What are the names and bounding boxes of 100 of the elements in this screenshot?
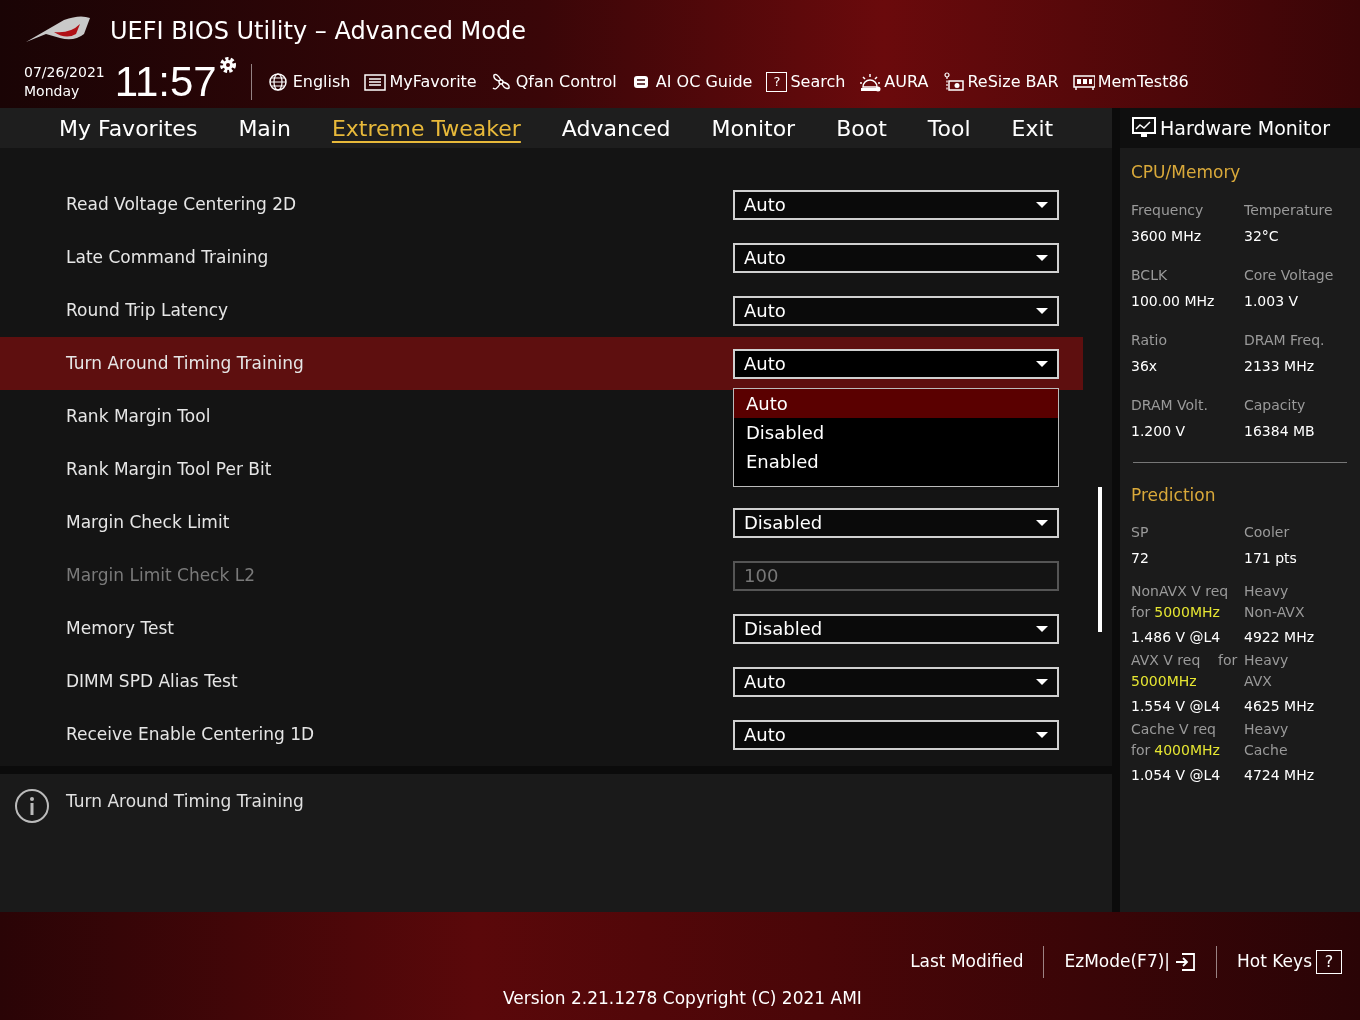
- setting-row[interactable]: Read Voltage Centering 2D Auto: [0, 178, 1083, 231]
- metric-value: 171 pts: [1244, 549, 1298, 568]
- frequency-target: 5000MHz: [1131, 672, 1197, 691]
- section-title: Prediction: [1131, 483, 1217, 507]
- metric-value: 1.200 V: [1131, 421, 1187, 441]
- light-icon: [859, 72, 882, 92]
- caret-icon: [1036, 360, 1048, 367]
- nav-tab[interactable]: Monitor: [711, 111, 796, 145]
- frequency-target: 5000MHz: [1154, 603, 1220, 622]
- setting-label: Margin Limit Check L2: [66, 563, 256, 587]
- nav-tab[interactable]: Main: [238, 111, 291, 145]
- setting-row[interactable]: Turn Around Timing Training Auto: [0, 337, 1083, 390]
- setting-label: Turn Around Timing Training: [66, 351, 305, 375]
- setting-label: Memory Test: [66, 616, 176, 640]
- caret-icon: [1036, 201, 1048, 208]
- setting-row[interactable]: Receive Enable Centering 1D Auto: [0, 708, 1083, 761]
- toolbar-button[interactable]: English: [267, 70, 351, 94]
- metric-value: 16384 MB: [1244, 421, 1316, 441]
- setting-row[interactable]: DIMM SPD Alias Test Auto: [0, 655, 1083, 708]
- dropdown[interactable]: Auto: [733, 719, 1059, 750]
- dropdown[interactable]: Disabled: [733, 507, 1059, 538]
- metric-label: DRAM Volt.: [1131, 395, 1209, 415]
- help-text: Turn Around Timing Training: [66, 790, 304, 813]
- metric-value: 100.00 MHz: [1131, 291, 1216, 311]
- dropdown[interactable]: Auto: [733, 666, 1059, 697]
- window-title: UEFI BIOS Utility – Advanced Mode: [110, 16, 526, 46]
- metric-label: for: [1131, 603, 1151, 622]
- setting-label: Late Command Training: [66, 245, 270, 269]
- metric-value: 4922 MHz: [1244, 628, 1316, 647]
- nav-tab[interactable]: My Favorites: [59, 111, 198, 145]
- metric-value: 1.003 V: [1244, 291, 1300, 311]
- clock-time: 11:57: [114, 62, 217, 102]
- footer-button[interactable]: Last Modified: [910, 949, 1024, 975]
- metric-value: 1.486 V @L4: [1131, 628, 1222, 647]
- caret-icon: [1036, 678, 1048, 685]
- help-icon: ?: [1316, 950, 1342, 974]
- menu-option[interactable]: Enabled: [734, 447, 1058, 476]
- toolbar-button[interactable]: Qfan Control: [490, 70, 617, 94]
- dropdown[interactable]: Auto: [733, 295, 1059, 326]
- list-icon: [364, 72, 387, 92]
- setting-row[interactable]: Late Command Training Auto: [0, 231, 1083, 284]
- setting-label: Round Trip Latency: [66, 298, 230, 322]
- nav-tab[interactable]: Extreme Tweaker: [331, 111, 521, 145]
- exit-icon: [1174, 951, 1197, 973]
- toolbar-button[interactable]: AURA: [859, 70, 929, 94]
- setting-row[interactable]: Rank Margin Tool: [0, 390, 720, 443]
- metric-label: Temperature: [1244, 200, 1334, 220]
- dropdown[interactable]: Disabled: [733, 613, 1059, 644]
- panel-title: Hardware Monitor: [1160, 115, 1330, 141]
- date-text: 07/26/2021: [24, 63, 105, 82]
- dropdown[interactable]: Auto: [733, 348, 1059, 379]
- toolbar-button[interactable]: MyFavorite: [364, 70, 477, 94]
- setting-label: Read Voltage Centering 2D: [66, 192, 298, 216]
- metric-label: Cache V req: [1131, 720, 1217, 739]
- toolbar-button[interactable]: AI OC Guide: [630, 70, 753, 94]
- footer-button[interactable]: Hot Keys ?: [1237, 949, 1342, 975]
- caret-icon: [1036, 519, 1048, 526]
- metric-label: AVX V req for: [1131, 651, 1239, 670]
- menu-option[interactable]: Auto: [734, 389, 1058, 418]
- caret-icon: [1036, 254, 1048, 261]
- footer-button[interactable]: EzMode(F7)|: [1064, 949, 1197, 975]
- nav-tab[interactable]: Boot: [836, 111, 887, 145]
- metric-value: 36x: [1131, 356, 1159, 376]
- section-title: CPU/Memory: [1131, 161, 1242, 184]
- card-icon: [942, 72, 965, 92]
- toolbar-button[interactable]: MemTest86: [1072, 70, 1189, 94]
- scrollbar[interactable]: [1098, 487, 1102, 632]
- caret-icon: [1036, 731, 1048, 738]
- day-text: Monday: [24, 82, 81, 101]
- menu-option[interactable]: Disabled: [734, 418, 1058, 447]
- version-text: Version 2.21.1278 Copyright (C) 2021 AMI: [503, 987, 862, 1010]
- toolbar-button[interactable]: ? Search: [766, 70, 846, 94]
- setting-row[interactable]: Rank Margin Tool Per Bit: [0, 443, 720, 496]
- setting-row[interactable]: Round Trip Latency Auto: [0, 284, 1083, 337]
- globe-icon: [267, 72, 290, 92]
- metric-label: Cooler: [1244, 523, 1291, 542]
- fan-icon: [490, 72, 513, 92]
- info-icon: [14, 788, 50, 824]
- metric-label: Heavy AVX: [1244, 651, 1290, 691]
- setting-label: Rank Margin Tool Per Bit: [66, 457, 273, 481]
- caret-icon: [1036, 307, 1048, 314]
- setting-row[interactable]: Margin Check Limit Disabled: [0, 496, 1083, 549]
- metric-label: BCLK: [1131, 265, 1169, 285]
- dropdown[interactable]: Auto: [733, 242, 1059, 273]
- dropdown[interactable]: Auto: [733, 189, 1059, 220]
- metric-value: 1.554 V @L4: [1131, 697, 1222, 716]
- setting-label: DIMM SPD Alias Test: [66, 669, 239, 693]
- caret-icon: [1036, 625, 1048, 632]
- metric-label: Ratio: [1131, 330, 1168, 350]
- frequency-target: 4000MHz: [1154, 741, 1220, 760]
- setting-label: Rank Margin Tool: [66, 404, 212, 428]
- toolbar-button[interactable]: ReSize BAR: [942, 70, 1059, 94]
- nav-tab[interactable]: Tool: [927, 111, 971, 145]
- metric-label: NonAVX V req: [1131, 582, 1230, 601]
- nav-tab[interactable]: Advanced: [561, 111, 671, 145]
- setting-row[interactable]: Memory Test Disabled: [0, 602, 1083, 655]
- help-icon: ?: [766, 72, 788, 92]
- metric-label: Frequency: [1131, 200, 1205, 220]
- metric-value: 1.054 V @L4: [1131, 766, 1222, 785]
- nav-tab[interactable]: Exit: [1011, 111, 1054, 145]
